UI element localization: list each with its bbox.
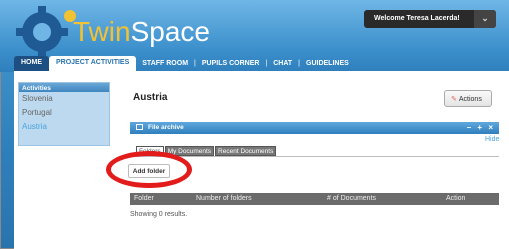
user-menu[interactable]: Welcome Teresa Lacerda! ⌄ <box>364 10 496 28</box>
file-archive-title: File archive <box>148 124 184 131</box>
column-action: Action <box>446 195 466 202</box>
chevron-down-icon[interactable]: ⌄ <box>474 10 496 28</box>
page-title: Austria <box>133 92 168 103</box>
nav-chat[interactable]: CHAT <box>267 60 298 67</box>
file-archive-header: File archive – + × <box>130 122 499 134</box>
folder-icon <box>136 124 143 130</box>
nav-staff-room[interactable]: STAFF ROOM <box>136 60 194 67</box>
sidebar-item-austria[interactable]: Austria <box>19 120 109 134</box>
tab-divider <box>130 156 499 157</box>
actions-button[interactable]: ✎ Actions <box>444 90 492 107</box>
nav-home[interactable]: HOME <box>14 56 49 71</box>
sidebar-title: Activities <box>19 83 109 92</box>
nav-pupils-corner[interactable]: PUPILS CORNER <box>196 60 266 67</box>
sidebar-item-portugal[interactable]: Portugal <box>19 106 109 120</box>
brand-name: TwinSpace <box>73 16 210 48</box>
main-nav: HOME PROJECT ACTIVITIES STAFF ROOM | PUP… <box>14 56 355 71</box>
nav-guidelines[interactable]: GUIDELINES <box>300 60 355 67</box>
results-status: Showing 0 results. <box>130 211 188 218</box>
activities-sidebar: Activities Slovenia Portugal Austria <box>18 82 110 146</box>
column-documents: # of Documents <box>327 195 377 202</box>
actions-label: Actions <box>458 96 482 103</box>
hide-link[interactable]: Hide <box>485 136 499 143</box>
tab-recent-documents[interactable]: Recent Documents <box>215 146 277 156</box>
welcome-text: Welcome Teresa Lacerda! <box>374 15 460 22</box>
table-header: Folder Number of folders # of Documents … <box>130 193 499 205</box>
column-number-of-folders: Number of folders <box>196 195 252 202</box>
column-folder: Folder <box>134 195 154 202</box>
header: TwinSpace Welcome Teresa Lacerda! ⌄ HOME… <box>0 0 509 72</box>
twinspace-logo-icon <box>16 6 76 58</box>
nav-project-activities[interactable]: PROJECT ACTIVITIES <box>49 56 137 71</box>
pencil-icon: ✎ <box>451 96 457 103</box>
brand-name-part2: Space <box>130 16 210 47</box>
brand-name-part1: Twin <box>73 16 131 47</box>
window-controls[interactable]: – + × <box>467 123 495 132</box>
highlight-circle <box>106 151 192 188</box>
sidebar-item-slovenia[interactable]: Slovenia <box>19 92 109 106</box>
